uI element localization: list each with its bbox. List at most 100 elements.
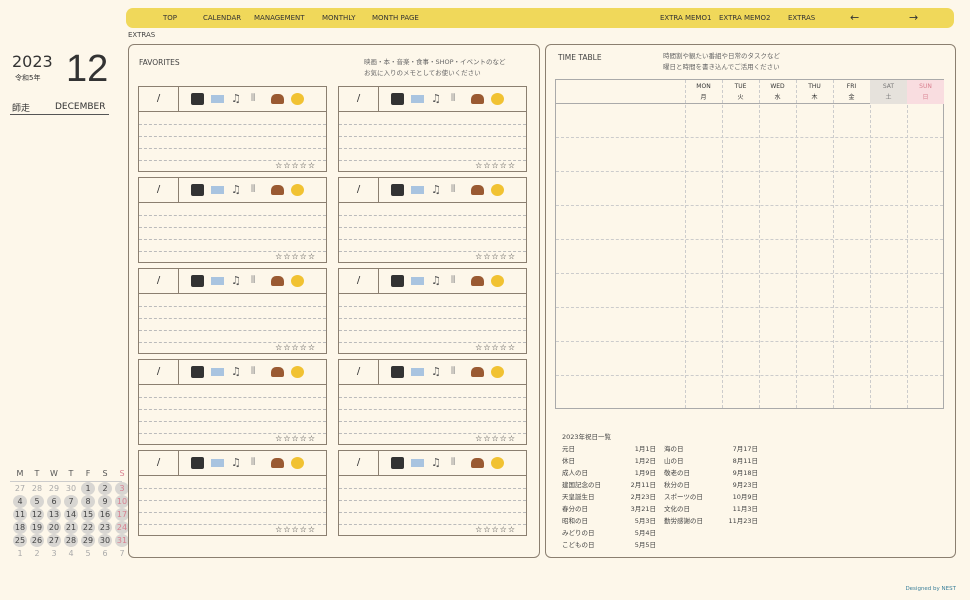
movie-camera-icon[interactable]: [391, 457, 404, 469]
calendar-day[interactable]: 14: [64, 508, 78, 521]
book-icon[interactable]: [211, 368, 224, 376]
fork-knife-icon[interactable]: ⫴: [451, 457, 464, 469]
memo-line[interactable]: [139, 409, 326, 410]
fork-knife-icon[interactable]: ⫴: [451, 275, 464, 287]
calendar-day[interactable]: 5: [30, 495, 44, 508]
date-field[interactable]: /: [139, 451, 179, 475]
memo-line[interactable]: [339, 318, 526, 319]
rating-stars[interactable]: ☆☆☆☆☆: [475, 434, 516, 443]
calendar-day[interactable]: 2: [30, 547, 44, 560]
clapping-hands-icon[interactable]: [491, 366, 504, 378]
nav-extras[interactable]: EXTRAS: [788, 8, 815, 28]
rating-stars[interactable]: ☆☆☆☆☆: [475, 252, 516, 261]
favorite-card[interactable]: / ♫ ⫴ ☆☆☆☆☆: [338, 177, 527, 263]
favorite-card[interactable]: / ♫ ⫴ ☆☆☆☆☆: [138, 177, 327, 263]
fork-knife-icon[interactable]: ⫴: [251, 457, 264, 469]
handbag-icon[interactable]: [471, 94, 484, 104]
calendar-day[interactable]: 23: [98, 521, 112, 534]
memo-line[interactable]: [139, 148, 326, 149]
clapping-hands-icon[interactable]: [291, 184, 304, 196]
rating-stars[interactable]: ☆☆☆☆☆: [275, 343, 316, 352]
calendar-day[interactable]: 28: [30, 482, 44, 495]
calendar-day[interactable]: 24: [115, 521, 129, 534]
calendar-day[interactable]: 6: [47, 495, 61, 508]
movie-camera-icon[interactable]: [191, 457, 204, 469]
memo-line[interactable]: [139, 500, 326, 501]
calendar-day[interactable]: 7: [115, 547, 129, 560]
calendar-day[interactable]: 18: [13, 521, 27, 534]
favorite-card[interactable]: / ♫ ⫴ ☆☆☆☆☆: [138, 359, 327, 445]
calendar-day[interactable]: 1: [13, 547, 27, 560]
calendar-day[interactable]: 16: [98, 508, 112, 521]
date-field[interactable]: /: [339, 87, 379, 111]
clapping-hands-icon[interactable]: [491, 275, 504, 287]
music-notes-icon[interactable]: ♫: [231, 457, 244, 469]
favorite-card[interactable]: / ♫ ⫴ ☆☆☆☆☆: [338, 268, 527, 354]
movie-camera-icon[interactable]: [391, 93, 404, 105]
calendar-day[interactable]: 30: [98, 534, 112, 547]
calendar-day[interactable]: 28: [64, 534, 78, 547]
fork-knife-icon[interactable]: ⫴: [451, 93, 464, 105]
calendar-day[interactable]: 12: [30, 508, 44, 521]
nav-extra-memo2[interactable]: EXTRA MEMO2: [719, 8, 770, 28]
music-notes-icon[interactable]: ♫: [231, 366, 244, 378]
rating-stars[interactable]: ☆☆☆☆☆: [275, 161, 316, 170]
clapping-hands-icon[interactable]: [491, 184, 504, 196]
movie-camera-icon[interactable]: [191, 275, 204, 287]
book-icon[interactable]: [411, 95, 424, 103]
date-field[interactable]: /: [339, 269, 379, 293]
calendar-day[interactable]: 1: [81, 482, 95, 495]
nav-monthly[interactable]: MONTHLY: [322, 8, 356, 28]
date-field[interactable]: /: [339, 451, 379, 475]
favorite-card[interactable]: / ♫ ⫴ ☆☆☆☆☆: [338, 450, 527, 536]
fork-knife-icon[interactable]: ⫴: [251, 184, 264, 196]
calendar-day[interactable]: 5: [81, 547, 95, 560]
book-icon[interactable]: [211, 186, 224, 194]
calendar-day[interactable]: 15: [81, 508, 95, 521]
calendar-day[interactable]: 8: [81, 495, 95, 508]
fork-knife-icon[interactable]: ⫴: [451, 184, 464, 196]
memo-line[interactable]: [139, 215, 326, 216]
clapping-hands-icon[interactable]: [291, 275, 304, 287]
calendar-day[interactable]: 22: [81, 521, 95, 534]
favorite-card[interactable]: / ♫ ⫴ ☆☆☆☆☆: [138, 450, 327, 536]
handbag-icon[interactable]: [471, 458, 484, 468]
calendar-day[interactable]: 27: [47, 534, 61, 547]
memo-line[interactable]: [139, 136, 326, 137]
nav-top[interactable]: TOP: [163, 8, 177, 28]
memo-line[interactable]: [139, 330, 326, 331]
nav-prev-arrow[interactable]: ←: [850, 8, 859, 28]
calendar-day[interactable]: 26: [30, 534, 44, 547]
book-icon[interactable]: [411, 186, 424, 194]
calendar-day[interactable]: 3: [115, 482, 129, 495]
favorite-card[interactable]: / ♫ ⫴ ☆☆☆☆☆: [138, 86, 327, 172]
memo-line[interactable]: [139, 227, 326, 228]
calendar-day[interactable]: 9: [98, 495, 112, 508]
calendar-day[interactable]: 4: [64, 547, 78, 560]
memo-line[interactable]: [339, 488, 526, 489]
date-field[interactable]: /: [139, 269, 179, 293]
clapping-hands-icon[interactable]: [291, 457, 304, 469]
memo-line[interactable]: [139, 318, 326, 319]
memo-line[interactable]: [139, 124, 326, 125]
clapping-hands-icon[interactable]: [491, 93, 504, 105]
music-notes-icon[interactable]: ♫: [431, 184, 444, 196]
calendar-day[interactable]: 3: [47, 547, 61, 560]
handbag-icon[interactable]: [471, 367, 484, 377]
date-field[interactable]: /: [139, 178, 179, 202]
calendar-day[interactable]: 29: [47, 482, 61, 495]
favorite-card[interactable]: / ♫ ⫴ ☆☆☆☆☆: [338, 359, 527, 445]
date-field[interactable]: /: [139, 87, 179, 111]
rating-stars[interactable]: ☆☆☆☆☆: [475, 161, 516, 170]
favorite-card[interactable]: / ♫ ⫴ ☆☆☆☆☆: [338, 86, 527, 172]
music-notes-icon[interactable]: ♫: [231, 275, 244, 287]
calendar-day[interactable]: 27: [13, 482, 27, 495]
calendar-day[interactable]: 17: [115, 508, 129, 521]
book-icon[interactable]: [211, 459, 224, 467]
book-icon[interactable]: [211, 277, 224, 285]
calendar-day[interactable]: 13: [47, 508, 61, 521]
clapping-hands-icon[interactable]: [491, 457, 504, 469]
handbag-icon[interactable]: [271, 276, 284, 286]
memo-line[interactable]: [339, 227, 526, 228]
calendar-day[interactable]: 10: [115, 495, 129, 508]
